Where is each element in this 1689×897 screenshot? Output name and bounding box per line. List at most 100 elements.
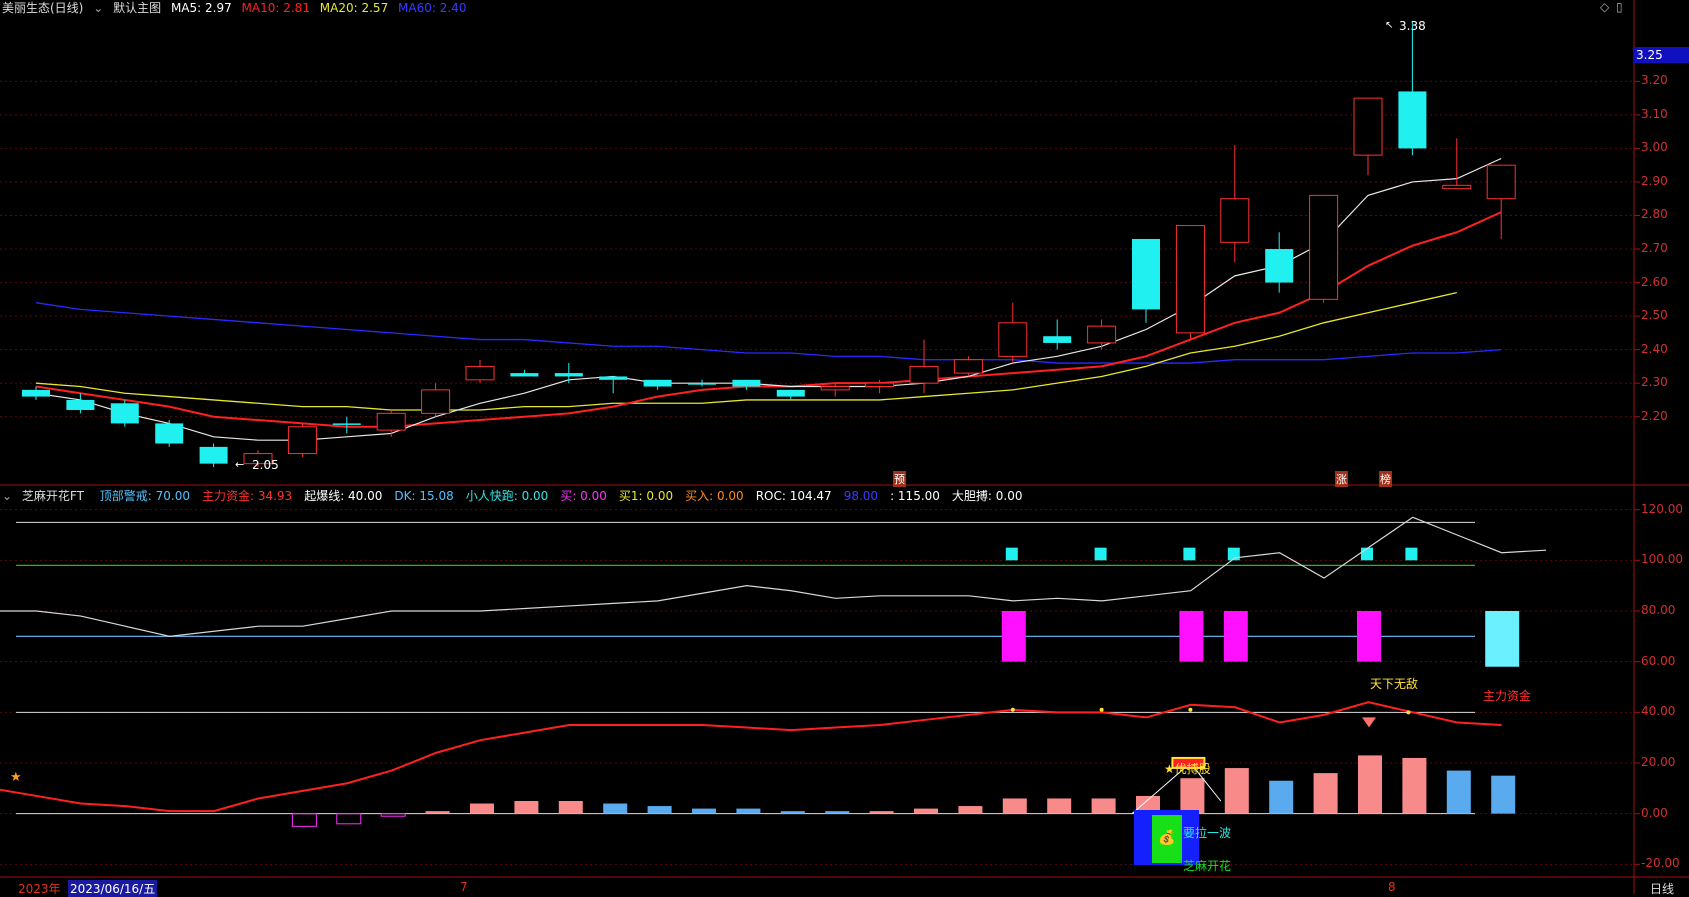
signal-bar-magenta <box>1001 611 1026 662</box>
indicator-bar <box>825 811 850 814</box>
indicator-bar <box>1047 798 1072 814</box>
month-7-label: 7 <box>460 880 468 894</box>
ma10-label: MA10: 2.81 <box>241 1 310 15</box>
price-tick-label: 2.60 <box>1641 274 1668 289</box>
candle-body <box>820 386 850 391</box>
chart-name[interactable]: 默认主图 <box>113 1 161 15</box>
candle-body <box>1175 225 1205 334</box>
indicator-tick-label: 40.00 <box>1641 704 1676 719</box>
diamond-icon[interactable]: ◇ <box>1600 0 1609 14</box>
indicator-value-7: 买入: 0.00 <box>685 489 744 503</box>
candle-body <box>1265 249 1294 283</box>
signal-bar-magenta <box>1179 611 1204 662</box>
candle-body <box>1132 238 1160 310</box>
chart-canvas <box>0 0 1689 894</box>
candle-body <box>1309 194 1339 300</box>
marker-yu[interactable]: 预 <box>893 471 906 487</box>
indicator-bar <box>603 803 628 814</box>
indicator-value-11: 大胆搏: 0.00 <box>951 489 1023 503</box>
annotation-zhuli: 主力资金 <box>1483 689 1532 703</box>
candle-body <box>909 365 939 384</box>
indicator-bar <box>380 813 406 817</box>
indicator-value-3: DK: 15.08 <box>394 489 454 503</box>
candle-body <box>66 399 95 410</box>
indicator-tick-label: 60.00 <box>1641 653 1676 668</box>
candle-body <box>1043 336 1072 343</box>
indicator-bar <box>1358 755 1382 814</box>
signal-square <box>1094 547 1107 561</box>
price-tick-label: 3.20 <box>1641 73 1668 88</box>
indicator-tick-label: 0.00 <box>1641 805 1668 820</box>
candle-body <box>421 389 451 414</box>
indicator-tick-label: 120.00 <box>1641 501 1683 516</box>
ma10-path <box>35 211 1502 428</box>
indicator-value-6: 买1: 0.00 <box>618 489 674 503</box>
signal-bar-magenta <box>1357 611 1381 662</box>
indicator-bar <box>692 808 716 814</box>
panel-toggle-icon[interactable]: ▯ <box>1616 0 1623 14</box>
signal-square <box>1361 547 1373 561</box>
indicator-values: 顶部警戒: 70.00 主力资金: 34.93 起爆线: 40.00 DK: 15.0… <box>100 489 1035 503</box>
signal-bar-magenta <box>1223 611 1248 662</box>
indicator-bar <box>558 801 583 814</box>
indicator-name[interactable]: 芝麻开花FT <box>22 489 84 503</box>
price-tick-label: 2.70 <box>1641 241 1668 256</box>
settings-icon[interactable]: ⌄ <box>2 489 12 503</box>
candle-body <box>1442 184 1472 190</box>
indicator-tick-label: -20.00 <box>1641 856 1680 871</box>
candle-body <box>1353 97 1383 156</box>
low-price-label: 2.05 <box>252 458 279 472</box>
indicator-value-0: 顶部警戒: 70.00 <box>99 489 190 503</box>
ma20-line <box>35 291 1457 411</box>
price-tick-label: 2.90 <box>1641 173 1668 188</box>
candle-body <box>732 379 761 387</box>
ma5-line <box>35 157 1502 441</box>
indicator-bar <box>647 806 672 814</box>
candle-body <box>22 389 50 397</box>
indicator-tick-label: 20.00 <box>1641 755 1676 769</box>
indicator-value-9: 98.00 <box>843 489 879 503</box>
stock-title[interactable]: 美丽生态(日线) <box>2 1 83 15</box>
indicator-bar <box>1269 780 1294 814</box>
signal-square <box>1405 547 1418 561</box>
indicator-value-8: ROC: 104.47 <box>755 489 832 503</box>
price-tick-label: 2.40 <box>1641 341 1668 356</box>
indicator-bar <box>780 811 805 814</box>
price-tick-label: 2.20 <box>1641 408 1668 423</box>
price-tick-label: 2.80 <box>1641 207 1668 222</box>
price-tick-label: 2.30 <box>1641 375 1668 390</box>
indicator-bar <box>1180 778 1205 814</box>
current-price-badge: 3.25 <box>1634 47 1689 63</box>
yellow-dot <box>1188 707 1193 712</box>
marker-zhang[interactable]: 涨 <box>1335 471 1348 487</box>
main-header: 美丽生态(日线) ⌄ 默认主图 MA5: 2.97 MA10: 2.81 MA2… <box>2 1 472 15</box>
arrow-left-icon: ← <box>235 458 245 471</box>
ma10-line <box>35 211 1502 428</box>
ma5-path <box>35 157 1502 441</box>
indicator-bar <box>291 813 317 827</box>
indicator-bar <box>736 808 761 814</box>
period-tab[interactable]: 日线 <box>1650 880 1674 897</box>
candle-body <box>953 359 983 374</box>
indicator-tick-label: 100.00 <box>1641 552 1683 567</box>
candle-body <box>776 389 805 397</box>
candle-body <box>465 365 495 381</box>
cursor-date-label[interactable]: 2023/06/16/五 <box>68 880 158 897</box>
indicator-bar <box>1313 773 1338 814</box>
indicator-value-5: 买: 0.00 <box>560 489 607 503</box>
candle-body <box>199 446 228 464</box>
candle-body <box>155 423 184 444</box>
indicator-bar <box>514 801 539 814</box>
annotation-yaola: 要拉一波 <box>1183 826 1232 840</box>
candle-body <box>688 383 716 385</box>
chevron-down-icon[interactable]: ⌄ <box>93 1 103 15</box>
ma60-label: MA60: 2.40 <box>398 1 467 15</box>
high-price-label: 3.38 <box>1399 19 1426 33</box>
yellow-dot <box>1099 707 1104 712</box>
indicator-bar <box>1402 757 1427 814</box>
marker-bang[interactable]: 榜 <box>1379 471 1392 487</box>
indicator-bar <box>336 813 362 825</box>
indicator-bar <box>869 811 894 814</box>
signal-square <box>1005 547 1018 561</box>
indicator-header: ⌄ 芝麻开花FT 顶部警戒: 70.00 主力资金: 34.93 起爆线: 40.0… <box>2 489 1041 503</box>
